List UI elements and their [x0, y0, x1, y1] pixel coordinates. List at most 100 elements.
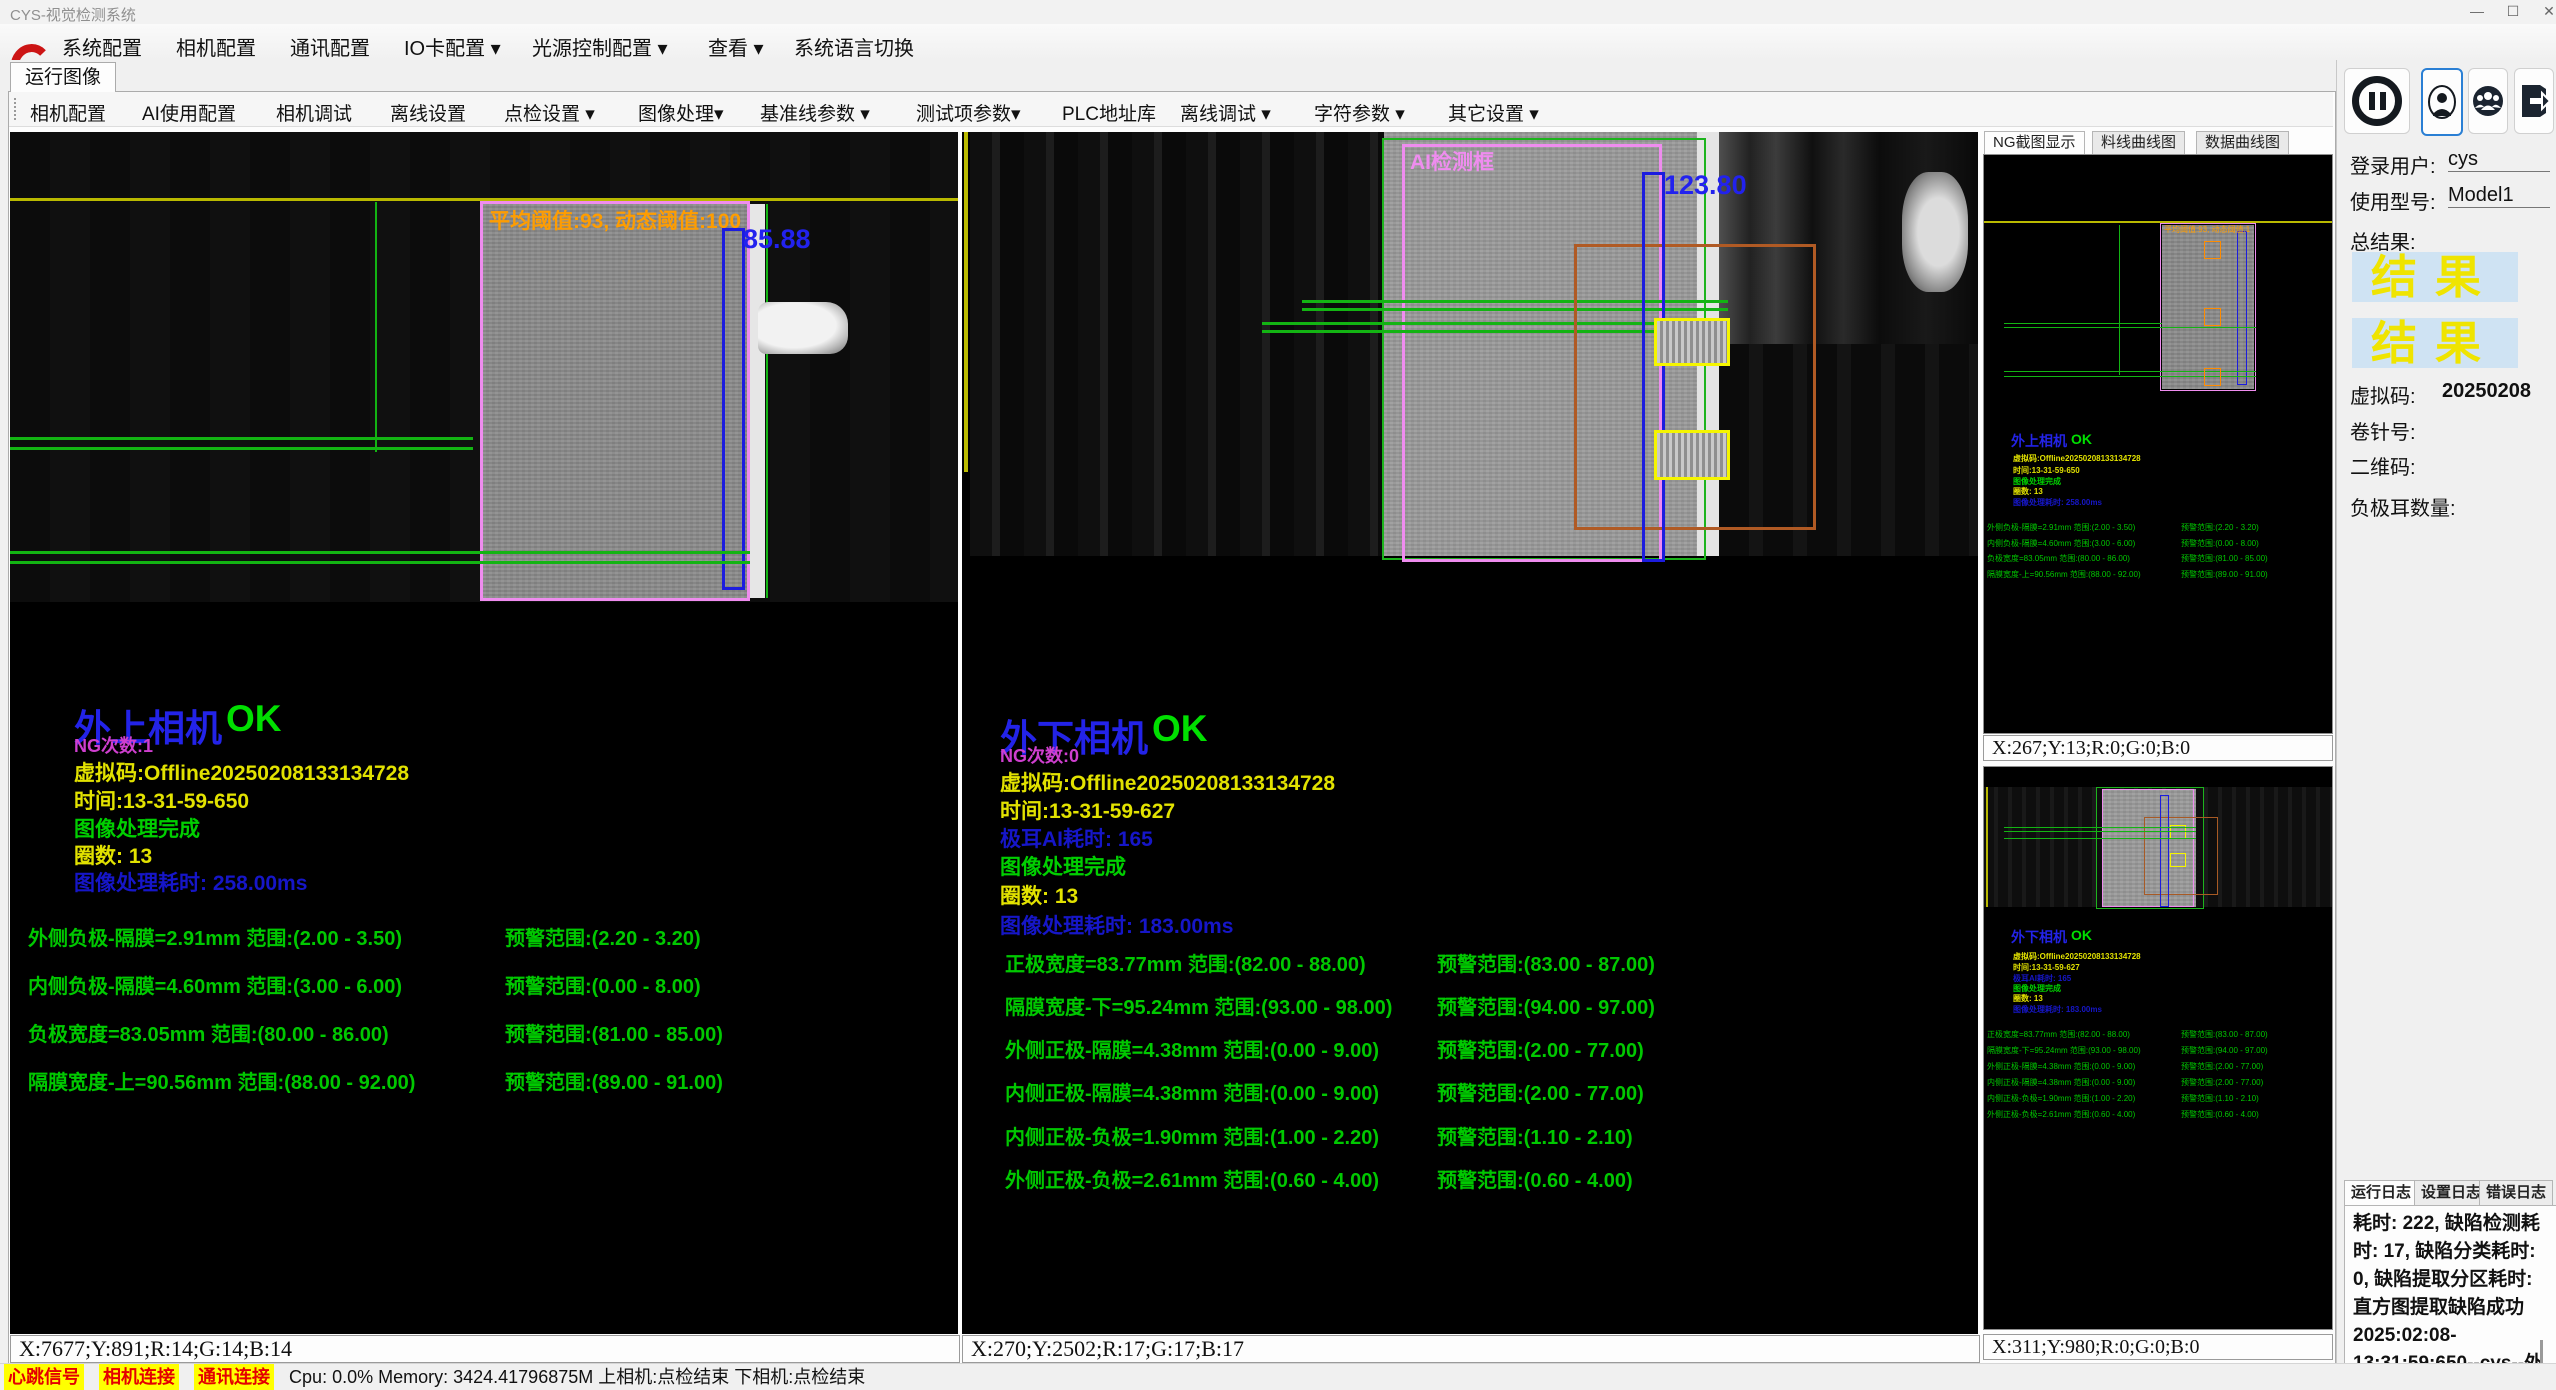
- measurement-row: 隔膜宽度-下=95.24mm 范围:(93.00 - 98.00): [1005, 991, 1392, 1020]
- measurement-row: 正极宽度=83.77mm 范围:(82.00 - 88.00): [1005, 948, 1366, 977]
- ng-count: NG次数:0: [1000, 742, 1079, 768]
- tool-camera-debug[interactable]: 相机调试: [272, 97, 356, 128]
- tab-row: [0, 60, 2556, 92]
- mini-measurement: 预警范围:(2.20 - 3.20): [2181, 522, 2259, 533]
- tool-plc-address[interactable]: PLC地址库: [1058, 97, 1160, 128]
- tool-offline-settings[interactable]: 离线设置: [386, 97, 470, 128]
- app-window: CYS-视觉检测系统 — ☐ ✕ 系统配置 相机配置 通讯配置 IO卡配置 ▾ …: [0, 0, 2556, 1390]
- measurement-row: 内侧正极-负极=1.90mm 范围:(1.00 - 2.20): [1005, 1121, 1379, 1150]
- menu-language-switch[interactable]: 系统语言切换: [790, 30, 918, 63]
- reference-line-green: [10, 561, 750, 564]
- menu-io-config[interactable]: IO卡配置 ▾: [400, 30, 505, 63]
- reference-line-green: [10, 447, 473, 450]
- menu-view[interactable]: 查看 ▾: [704, 30, 768, 63]
- menu-comm-config[interactable]: 通讯配置: [286, 30, 374, 63]
- virtual-code-label: 虚拟码:: [2350, 380, 2416, 409]
- tool-test-params[interactable]: 测试项参数▾: [912, 97, 1025, 128]
- virtual-code: 虚拟码:Offline20250208133134728: [74, 757, 409, 787]
- measurement-row: 负极宽度=83.05mm 范围:(80.00 - 86.00): [28, 1018, 389, 1047]
- measurement-row: 外侧正极-负极=2.61mm 范围:(0.60 - 4.00): [1005, 1164, 1379, 1193]
- mini-process-time: 图像处理耗时: 183.00ms: [2013, 1004, 2102, 1015]
- camera-connection-badge: 相机连接: [99, 1364, 179, 1390]
- mini-threshold-text: 平均阈值:93, 动态阈值:100: [2164, 224, 2250, 235]
- tab-detect-box: [1654, 318, 1730, 366]
- mini-camera-name: 外下相机: [2011, 927, 2067, 947]
- tool-ai-config[interactable]: AI使用配置: [138, 97, 240, 128]
- mini-tab-box: [2170, 853, 2186, 867]
- maximize-button[interactable]: ☐: [2498, 0, 2528, 22]
- measurement-warn: 预警范围:(2.00 - 77.00): [1437, 1034, 1644, 1063]
- mini-loop-count: 圈数: 13: [2013, 993, 2043, 1004]
- reference-line-yellow: [1984, 221, 2332, 223]
- ng-thumbnail-upper[interactable]: 平均阈值:93, 动态阈值:100 外上相机 OK 虚拟码:Offline202…: [1983, 154, 2333, 734]
- tab-run-log[interactable]: 运行日志: [2344, 1180, 2418, 1206]
- tab-error-log[interactable]: 错误日志: [2479, 1180, 2553, 1206]
- login-user-label: 登录用户:: [2350, 150, 2436, 179]
- mini-measurement: 预警范围:(2.00 - 77.00): [2181, 1077, 2263, 1088]
- measurement-row: 内侧正极-隔膜=4.38mm 范围:(0.00 - 9.00): [1005, 1077, 1379, 1106]
- ai-time: 极耳AI耗时: 165: [1000, 823, 1153, 853]
- measurement-warn: 预警范围:(0.60 - 4.00): [1437, 1164, 1633, 1193]
- menu-system-config[interactable]: 系统配置: [58, 30, 146, 63]
- minimize-button[interactable]: —: [2462, 0, 2492, 22]
- mini-width-box: [2237, 231, 2247, 385]
- tab-settings-log[interactable]: 设置日志: [2414, 1180, 2488, 1206]
- result-badge-upper: 结果: [2352, 252, 2518, 302]
- close-button[interactable]: ✕: [2534, 0, 2556, 22]
- mini-measurement: 外侧负极-隔膜=2.91mm 范围:(2.00 - 3.50): [1987, 522, 2135, 533]
- tab-run-image[interactable]: 运行图像: [10, 62, 116, 93]
- mini-measurement: 隔膜宽度-下=95.24mm 范围:(93.00 - 98.00): [1987, 1045, 2141, 1056]
- tab-ng-display[interactable]: NG截图显示: [1984, 131, 2085, 155]
- width-value-overlay: 123.80: [1664, 170, 1747, 201]
- menu-light-config[interactable]: 光源控制配置 ▾: [528, 30, 672, 63]
- mini-defect-box: [2204, 368, 2221, 386]
- login-user-value[interactable]: cys: [2448, 148, 2550, 172]
- exit-button[interactable]: [2514, 68, 2554, 134]
- ng-thumbnail-lower[interactable]: 外下相机 OK 虚拟码:Offline20250208133134728 时间:…: [1983, 766, 2333, 1330]
- pause-button[interactable]: [2344, 68, 2410, 134]
- tab-data-curve[interactable]: 数据曲线图: [2196, 131, 2289, 155]
- measurement-warn: 预警范围:(2.00 - 77.00): [1437, 1077, 1644, 1106]
- mini-defect-box: [2204, 241, 2221, 259]
- toolbar-grip-handle[interactable]: [14, 98, 19, 120]
- exit-icon: [2518, 83, 2550, 124]
- tool-char-params[interactable]: 字符参数 ▾: [1310, 97, 1409, 128]
- measurement-row: 内侧负极-隔膜=4.60mm 范围:(3.00 - 6.00): [28, 970, 402, 999]
- width-measure-box: [1642, 172, 1665, 562]
- mini-width-box: [2160, 795, 2169, 907]
- right-camera-view[interactable]: AI检测框 123.80 外下相机 OK NG次数:0 虚拟码:Offline2…: [962, 132, 1978, 1334]
- mini-camera-result: OK: [2071, 927, 2092, 943]
- needle-number-label: 卷针号:: [2350, 416, 2416, 445]
- defect-zone-box: [1574, 244, 1816, 530]
- model-value[interactable]: Model1: [2448, 184, 2550, 208]
- tool-camera-config[interactable]: 相机配置: [26, 97, 110, 128]
- mini-measurement: 内侧正极-负极=1.90mm 范围:(1.00 - 2.20): [1987, 1093, 2135, 1104]
- left-camera-view[interactable]: 平均阈值:93, 动态阈值:100 85.88 外上相机 OK NG次数:1 虚…: [10, 132, 958, 1334]
- capture-time: 时间:13-31-59-627: [1000, 795, 1175, 825]
- threshold-overlay-text: 平均阈值:93, 动态阈值:100: [489, 205, 741, 235]
- mini-camera-name: 外上相机: [2011, 431, 2067, 451]
- mini-measurement: 外侧正极-负极=2.61mm 范围:(0.60 - 4.00): [1987, 1109, 2135, 1120]
- edge-line-yellow: [964, 132, 968, 472]
- loop-count: 圈数: 13: [1000, 880, 1078, 910]
- tool-image-process[interactable]: 图像处理▾: [634, 97, 728, 128]
- comm-connection-badge: 通讯连接: [194, 1364, 274, 1390]
- tab-line-curve[interactable]: 料线曲线图: [2092, 131, 2185, 155]
- window-title: CYS-视觉检测系统: [10, 4, 136, 25]
- users-icon: [2472, 84, 2504, 123]
- reference-line-green: [2004, 838, 2196, 839]
- mini-measurement: 预警范围:(83.00 - 87.00): [2181, 1029, 2268, 1040]
- measurement-row: 隔膜宽度-上=90.56mm 范围:(88.00 - 92.00): [28, 1066, 415, 1095]
- mini-measurement: 预警范围:(81.00 - 85.00): [2181, 553, 2268, 564]
- tool-other-settings[interactable]: 其它设置 ▾: [1444, 97, 1543, 128]
- image-texture: [970, 132, 1384, 556]
- tool-offline-debug[interactable]: 离线调试 ▾: [1176, 97, 1275, 128]
- user-button[interactable]: [2421, 68, 2463, 136]
- menu-camera-config[interactable]: 相机配置: [172, 30, 260, 63]
- measurement-warn: 预警范围:(1.10 - 2.10): [1437, 1121, 1633, 1150]
- negative-tab-qty-label: 负极耳数量:: [2350, 492, 2456, 521]
- tool-baseline-params[interactable]: 基准线参数 ▾: [756, 97, 874, 128]
- tool-spot-check[interactable]: 点检设置 ▾: [500, 97, 599, 128]
- users-button[interactable]: [2468, 68, 2508, 134]
- mini-measurement: 负极宽度=83.05mm 范围:(80.00 - 86.00): [1987, 553, 2130, 564]
